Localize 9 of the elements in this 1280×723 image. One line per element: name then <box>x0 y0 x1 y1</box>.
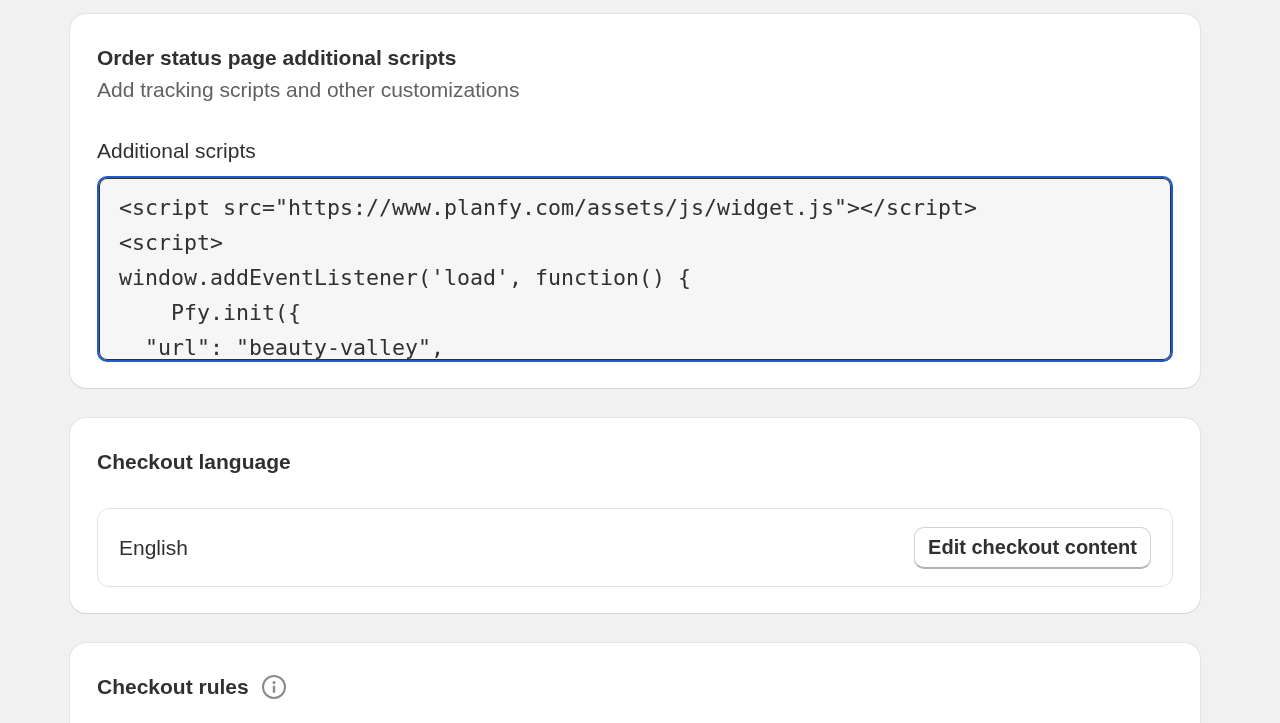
code-field[interactable]: <script src="https://www.planfy.com/assets/js/widget.js"></script> <script> window.addEventListener('load', function() { Pfy.init({ "url": "beauty-valley", <box>97 176 1173 362</box>
section-subtitle: Add tracking scripts and other customizations <box>97 77 521 103</box>
info-icon[interactable] <box>260 674 287 700</box>
section-title: Checkout language <box>97 449 292 475</box>
section-title: Order status page additional scripts <box>97 45 458 71</box>
edit-checkout-button[interactable]: Edit checkout content <box>914 527 1151 568</box>
section-title: Checkout rules <box>97 674 249 700</box>
field-label: Additional scripts <box>97 138 257 164</box>
language-name: English <box>119 535 188 560</box>
